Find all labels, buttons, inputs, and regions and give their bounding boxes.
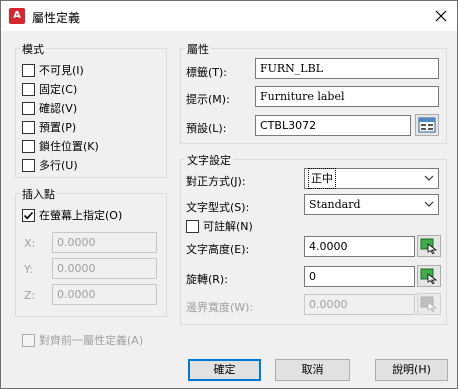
justification-value: 正中 — [308, 168, 336, 189]
insert-field-button[interactable] — [415, 114, 439, 136]
z-field[interactable]: 0.0000 — [52, 284, 157, 305]
lock-position-checkbox[interactable]: 鎖住位置(K) — [22, 138, 99, 154]
multiline-checkbox[interactable]: 多行(U) — [22, 157, 78, 173]
checkbox-box — [22, 208, 35, 222]
checkbox-box — [186, 219, 199, 233]
preset-label: 預置(P) — [39, 121, 77, 134]
mode-group-title: 模式 — [20, 41, 46, 57]
text-style-label: 文字型式(S): — [186, 201, 250, 214]
title-bar: A 屬性定義 — [1, 1, 457, 31]
rotation-field[interactable]: 0 — [304, 266, 415, 287]
constant-label: 固定(C) — [39, 83, 78, 96]
ok-button[interactable]: 確定 — [188, 359, 261, 381]
close-button[interactable] — [429, 4, 453, 28]
checkbox-box — [22, 101, 35, 115]
justification-label: 對正方式(J): — [186, 175, 246, 188]
app-icon: A — [9, 8, 25, 24]
verify-checkbox[interactable]: 確認(V) — [22, 100, 77, 116]
help-button[interactable]: 說明(H) — [375, 359, 448, 381]
boundary-width-label: 邊界寬度(W): — [186, 301, 254, 314]
default-field[interactable]: CTBL3072 — [255, 115, 411, 136]
checkbox-box — [22, 120, 35, 134]
annotative-label: 可註解(N) — [203, 220, 253, 233]
rotation-pick-button[interactable] — [417, 265, 441, 287]
y-field[interactable]: 0.0000 — [52, 258, 157, 279]
multiline-label: 多行(U) — [39, 159, 78, 172]
z-label: Z: — [24, 289, 36, 302]
x-label: X: — [24, 237, 36, 250]
text-height-label: 文字高度(E): — [186, 243, 250, 256]
align-below-checkbox[interactable]: 對齊前一屬性定義(A) — [22, 332, 143, 348]
checkmark-icon — [23, 211, 34, 219]
pick-point-icon — [420, 238, 438, 254]
chevron-down-icon — [424, 201, 434, 207]
text-settings-group-title: 文字設定 — [185, 152, 233, 168]
checkbox-box — [22, 63, 35, 77]
lock-position-label: 鎖住位置(K) — [39, 140, 99, 153]
close-icon — [435, 10, 447, 22]
insert-field-icon — [418, 117, 436, 133]
text-style-value: Standard — [309, 198, 361, 211]
prompt-field[interactable]: Furniture label — [255, 86, 439, 107]
pick-point-icon — [420, 296, 438, 312]
annotative-checkbox[interactable]: 可註解(N) — [186, 218, 253, 234]
boundary-width-pick-button[interactable] — [417, 293, 441, 315]
text-height-pick-button[interactable] — [417, 235, 441, 257]
align-below-label: 對齊前一屬性定義(A) — [39, 334, 144, 347]
constant-checkbox[interactable]: 固定(C) — [22, 81, 77, 97]
invisible-label: 不可見(I) — [39, 64, 84, 77]
boundary-width-field[interactable]: 0.0000 — [304, 294, 415, 315]
justification-select[interactable]: 正中 — [304, 168, 439, 189]
text-style-select[interactable]: Standard — [304, 194, 439, 215]
prompt-label: 提示(M): — [186, 93, 230, 106]
tag-label: 標籤(T): — [186, 66, 228, 79]
tag-field[interactable]: FURN_LBL — [255, 58, 439, 79]
default-label: 預設(L): — [186, 122, 227, 135]
pick-point-icon — [420, 268, 438, 284]
verify-label: 確認(V) — [39, 102, 78, 115]
chevron-down-icon — [424, 175, 434, 181]
insertion-point-group-title: 插入點 — [20, 186, 57, 202]
x-field[interactable]: 0.0000 — [52, 232, 157, 253]
attribute-group-title: 屬性 — [185, 41, 211, 57]
text-height-field[interactable]: 4.0000 — [304, 236, 415, 257]
checkbox-box — [22, 139, 35, 153]
specify-on-screen-checkbox[interactable]: 在螢幕上指定(O) — [22, 207, 122, 223]
rotation-label: 旋轉(R): — [186, 273, 228, 286]
y-label: Y: — [24, 263, 33, 276]
attribute-definition-dialog: A 屬性定義 模式 不可見(I) 固定(C) 確認(V) 預置(P) 鎖住位置(… — [0, 0, 458, 389]
preset-checkbox[interactable]: 預置(P) — [22, 119, 76, 135]
window-title: 屬性定義 — [32, 11, 81, 25]
invisible-checkbox[interactable]: 不可見(I) — [22, 62, 84, 78]
checkbox-box — [22, 333, 35, 347]
specify-on-screen-label: 在螢幕上指定(O) — [39, 209, 123, 222]
checkbox-box — [22, 158, 35, 172]
checkbox-box — [22, 82, 35, 96]
cancel-button[interactable]: 取消 — [275, 359, 350, 381]
